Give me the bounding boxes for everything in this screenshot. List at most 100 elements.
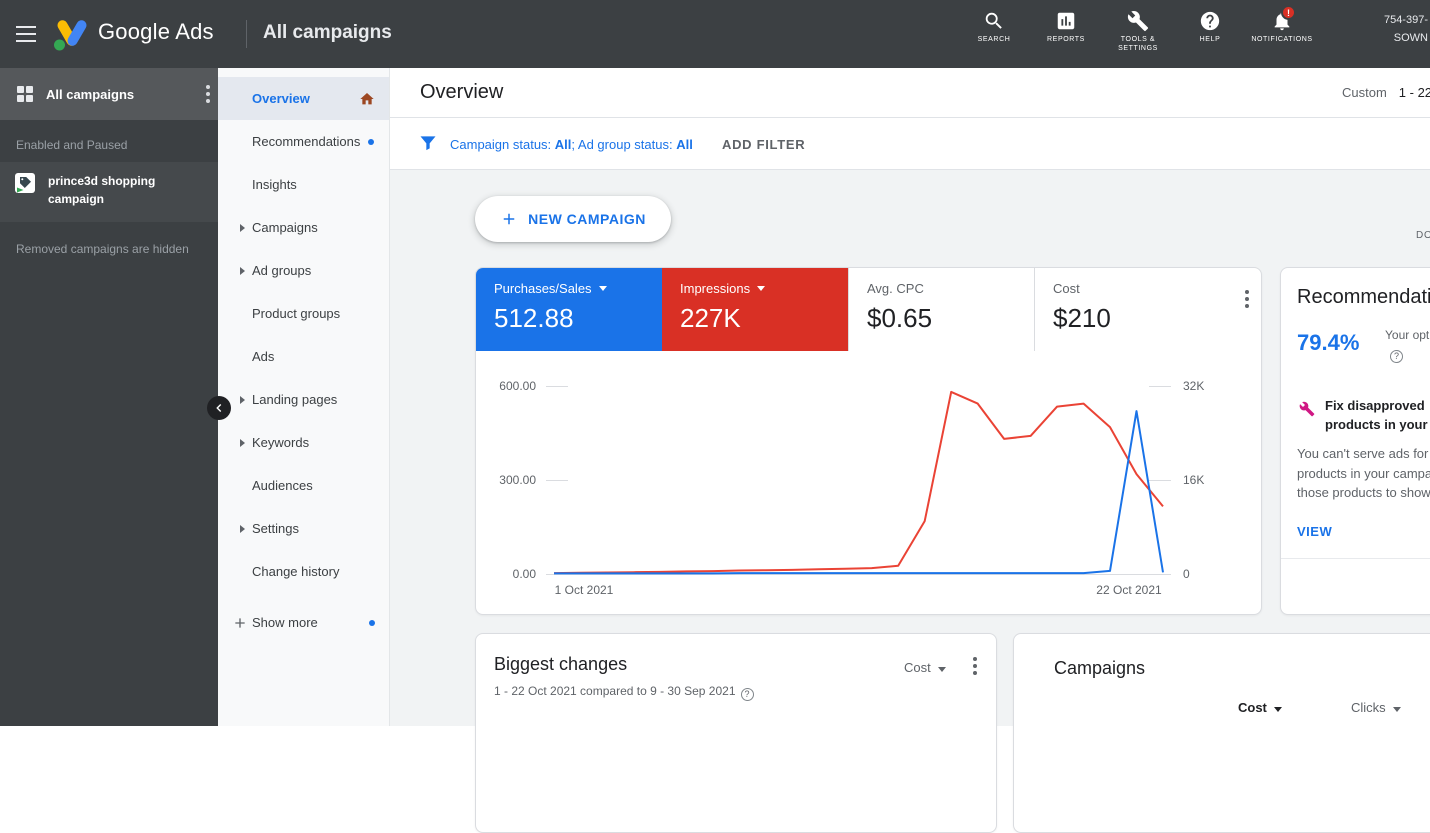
campaigns-card-title: Campaigns: [1054, 658, 1145, 679]
reports-button[interactable]: REPORTS: [1036, 10, 1096, 54]
sidebar-more-options[interactable]: [206, 85, 210, 103]
tools-settings-button[interactable]: TOOLS & SETTINGS: [1108, 10, 1168, 54]
search-label: SEARCH: [978, 35, 1011, 44]
scorecard-label: Cost: [1053, 281, 1080, 296]
expand-arrow-icon: [240, 224, 245, 232]
recommendations-title: Recommendations: [1297, 286, 1430, 309]
campaign-name: prince3d shopping campaign: [48, 172, 180, 222]
notifications-button[interactable]: ! NOTIFICATIONS: [1252, 10, 1312, 54]
scorecard-cost[interactable]: Cost $210: [1034, 268, 1220, 351]
sidebar-header-label: All campaigns: [46, 87, 206, 102]
filter-funnel-icon: [418, 133, 438, 153]
changes-card-options[interactable]: [973, 657, 977, 675]
nav-item-product-groups[interactable]: Product groups: [218, 292, 389, 335]
notification-badge: !: [1281, 5, 1296, 20]
recommendations-card: Recommendations 79.4% Your optimization …: [1280, 267, 1430, 615]
nav-label: Change history: [252, 564, 339, 579]
removed-campaigns-note: Removed campaigns are hidden: [16, 242, 189, 256]
brand-text: Google Ads: [98, 19, 214, 45]
nav-item-campaigns[interactable]: Campaigns: [218, 206, 389, 249]
campaigns-sidebar: All campaigns Enabled and Paused prince3…: [0, 68, 218, 726]
x-axis-tick: 1 Oct 2021: [539, 583, 629, 597]
x-axis-tick: 22 Oct 2021: [1084, 583, 1174, 597]
fix-wrench-icon: [1299, 401, 1315, 417]
chart-plot: [546, 386, 1171, 576]
campaigns-clicks-column[interactable]: Clicks: [1351, 700, 1401, 715]
nav-item-insights[interactable]: Insights: [218, 163, 389, 206]
scorecard-avg-cpc[interactable]: Avg. CPC $0.65: [848, 268, 1034, 351]
new-indicator-dot: [369, 620, 375, 626]
column-label: Cost: [1238, 700, 1267, 715]
new-campaign-label: NEW CAMPAIGN: [528, 211, 646, 227]
subtitle-text: 1 - 22 Oct 2021 compared to 9 - 30 Sep 2…: [494, 684, 736, 698]
nav-item-recommendations[interactable]: Recommendations: [218, 120, 389, 163]
nav-show-more[interactable]: Show more: [218, 601, 389, 644]
topbar-actions: SEARCH REPORTS TOOLS & SETTINGS HELP ! N…: [964, 10, 1312, 54]
nav-item-landing-pages[interactable]: Landing pages: [218, 378, 389, 421]
search-icon: [983, 10, 1005, 32]
sidebar-campaign-item[interactable]: prince3d shopping campaign: [0, 162, 218, 222]
expand-arrow-icon: [240, 439, 245, 447]
chevron-down-icon: [757, 286, 765, 291]
menu-icon[interactable]: [16, 26, 36, 47]
kebab-icon: [206, 85, 210, 103]
nav-item-overview[interactable]: Overview: [218, 77, 389, 120]
view-button[interactable]: VIEW: [1297, 524, 1332, 539]
account-phone: 754-397-: [1358, 12, 1428, 30]
nav-item-keywords[interactable]: Keywords: [218, 421, 389, 464]
topbar: Google Ads All campaigns SEARCH REPORTS …: [0, 0, 1430, 68]
overview-content: NEW CAMPAIGN DOWNLOAD Purchases/Sales 51…: [390, 170, 1430, 726]
optimization-score: 79.4%: [1297, 330, 1359, 356]
nav-item-ad-groups[interactable]: Ad groups: [218, 249, 389, 292]
sidebar-all-campaigns[interactable]: All campaigns: [0, 68, 218, 120]
nav-label: Settings: [252, 521, 299, 536]
changes-metric-dropdown[interactable]: Cost: [904, 660, 946, 675]
nav-label: Recommendations: [252, 134, 360, 149]
scorecard-impressions[interactable]: Impressions 227K: [662, 268, 848, 351]
info-icon: [741, 688, 754, 701]
scorecard-purchases[interactable]: Purchases/Sales 512.88: [476, 268, 662, 351]
account-name: SOWN: [1358, 30, 1428, 48]
campaigns-cost-column[interactable]: Cost: [1238, 700, 1282, 715]
date-range-control[interactable]: Custom 1 - 22 Oct 2021: [1342, 85, 1430, 100]
scorecard-label: Avg. CPC: [867, 281, 924, 296]
reports-icon: [1055, 10, 1077, 32]
collapse-nav-button[interactable]: [207, 396, 231, 420]
reports-label: REPORTS: [1047, 35, 1085, 44]
download-button[interactable]: DOWNLOAD: [1416, 230, 1430, 241]
nav-item-ads[interactable]: Ads: [218, 335, 389, 378]
nav-item-audiences[interactable]: Audiences: [218, 464, 389, 507]
campaigns-table-card: Campaigns Cost Clicks: [1013, 633, 1430, 833]
scorecard-label: Purchases/Sales: [494, 281, 592, 296]
filter-text: Campaign status:: [450, 137, 555, 152]
card-divider: [1281, 558, 1430, 559]
chevron-down-icon: [1274, 707, 1282, 712]
nav-label: Overview: [252, 91, 310, 106]
add-filter-button[interactable]: ADD FILTER: [722, 137, 805, 152]
search-button[interactable]: SEARCH: [964, 10, 1024, 54]
main-area: Overview Custom 1 - 22 Oct 2021 Campaign…: [390, 68, 1430, 726]
info-icon: [1390, 350, 1403, 363]
left-axis-tick: 300.00: [484, 473, 536, 487]
sidebar-section-label: Enabled and Paused: [16, 138, 127, 152]
nav-item-change-history[interactable]: Change history: [218, 550, 389, 593]
nav-item-settings[interactable]: Settings: [218, 507, 389, 550]
optimization-score-caption: Your optimization score: [1385, 326, 1430, 363]
recommendation-item[interactable]: Fix disapproved products in your feed Yo…: [1281, 393, 1430, 513]
grid-icon: [16, 85, 34, 103]
new-campaign-button[interactable]: NEW CAMPAIGN: [475, 196, 671, 242]
chart-card-options[interactable]: [1245, 290, 1249, 308]
help-label: HELP: [1200, 35, 1221, 44]
column-label: Clicks: [1351, 700, 1386, 715]
scorecard-value: 512.88: [494, 303, 662, 334]
nav-label: Insights: [252, 177, 297, 192]
expand-arrow-icon: [240, 396, 245, 404]
nav-label: Landing pages: [252, 392, 337, 407]
plus-icon: [500, 210, 518, 228]
applied-filters[interactable]: Campaign status: All; Ad group status: A…: [450, 137, 693, 152]
page-title: Overview: [420, 81, 503, 104]
metric-label: Cost: [904, 660, 931, 675]
nav-label: Audiences: [252, 478, 313, 493]
account-switcher[interactable]: 754-397- SOWN: [1358, 12, 1428, 47]
help-button[interactable]: HELP: [1180, 10, 1240, 54]
